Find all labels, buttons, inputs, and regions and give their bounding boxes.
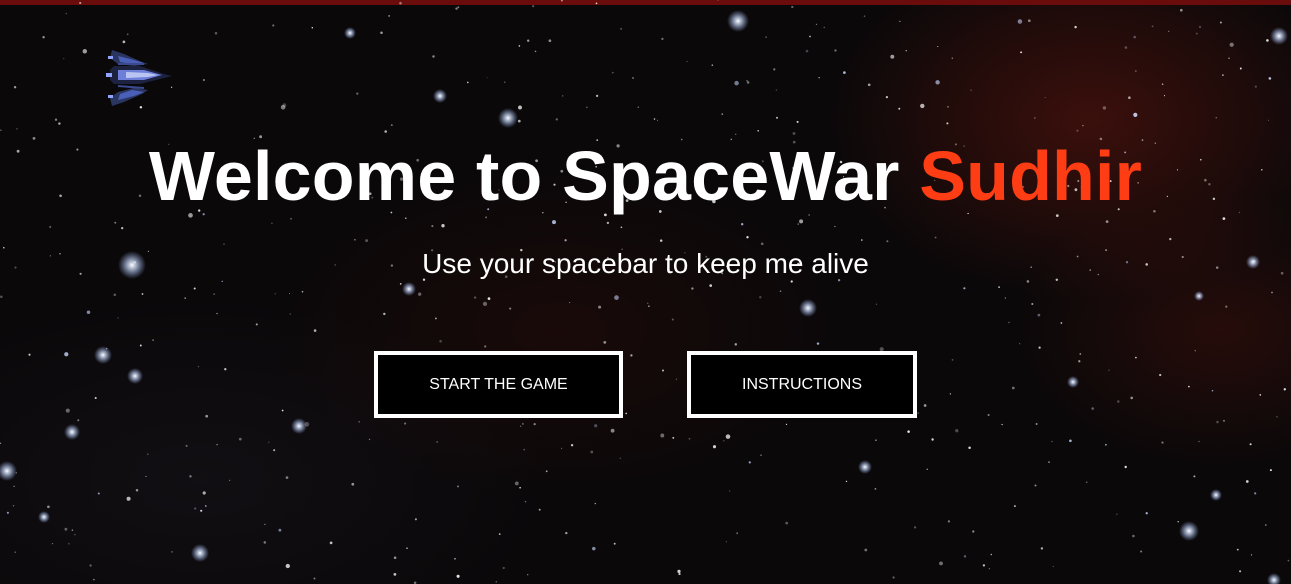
- start-game-button[interactable]: START THE GAME: [374, 351, 623, 418]
- welcome-title: Welcome to SpaceWar Sudhir: [0, 136, 1291, 216]
- start-menu: Welcome to SpaceWar Sudhir Use your spac…: [0, 0, 1291, 584]
- instruction-subtitle: Use your spacebar to keep me alive: [422, 248, 869, 279]
- instructions-button[interactable]: INSTRUCTIONS: [687, 351, 917, 418]
- player-name: Sudhir: [919, 137, 1143, 215]
- game-screen: Welcome to SpaceWar Sudhir Use your spac…: [0, 0, 1291, 584]
- title-prefix: Welcome to SpaceWar: [148, 137, 920, 215]
